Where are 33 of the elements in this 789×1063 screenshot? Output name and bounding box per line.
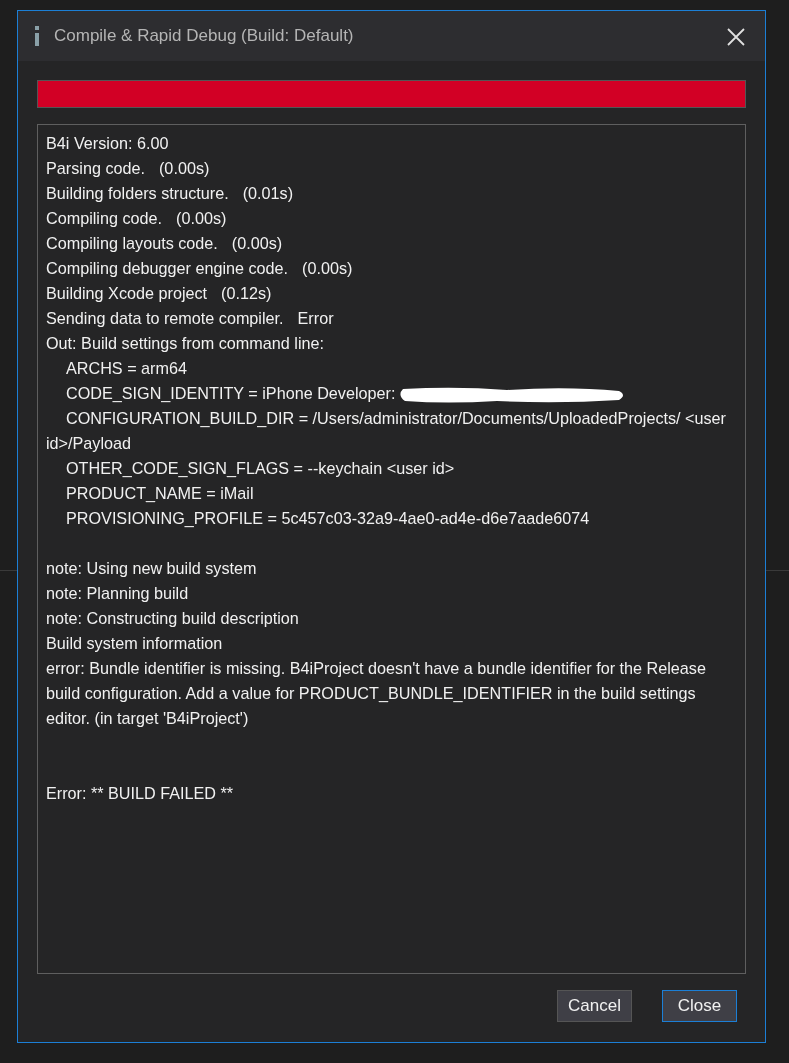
close-icon: [727, 27, 745, 46]
dialog-button[interactable]: Close: [662, 990, 737, 1022]
log-result: Error: [297, 309, 334, 327]
log-result: (0.00s): [231, 234, 283, 252]
log-line: error: Bundle identifier is missing. B4iProject doesn't have a bundle identifier for the Release build configuration. Add a value for PRODUCT_BUNDLE_IDENTIFIER in the build settings editor. (in target 'B4iProject'): [46, 659, 706, 727]
log-line: Compiling code.: [46, 209, 163, 227]
log-line: note: Planning build: [46, 584, 189, 602]
log-line: CONFIGURATION_BUILD_DIR = /Users/administrator/Documents/UploadedProjects/ <user id>/Payload: [46, 409, 726, 452]
log-line: Building Xcode project: [46, 284, 208, 302]
log-line: Build system information: [46, 634, 223, 652]
dialog-button[interactable]: Cancel: [557, 990, 632, 1022]
log-line: Error: ** BUILD FAILED **: [46, 784, 234, 802]
log-result: (0.00s): [302, 259, 353, 277]
log-line: PRODUCT_NAME = iMail: [66, 484, 254, 502]
log-line: ARCHS = arm64: [66, 359, 187, 377]
info-icon: [34, 26, 40, 46]
window-title: Compile & Rapid Debug (Build: Default): [54, 25, 354, 48]
log-line: Parsing code.: [46, 159, 145, 177]
log-line: Out: Build settings from command line:: [46, 334, 324, 352]
log-line: B4i Version: 6.00: [46, 134, 169, 152]
log-result: (0.01s): [242, 184, 294, 202]
log-line: CODE_SIGN_IDENTITY = iPhone Developer:: [66, 384, 396, 402]
log-line: note: Constructing build description: [46, 609, 299, 627]
log-line: OTHER_CODE_SIGN_FLAGS = --keychain <user id>: [66, 459, 455, 477]
log-result: (0.12s): [221, 284, 272, 302]
log-line: Building folders structure.: [46, 184, 229, 202]
log-line: PROVISIONING_PROFILE = 5c457c03-32a9-4ae0-ad4e-d6e7aade6074: [66, 509, 590, 527]
log-result: (0.00s): [176, 209, 227, 227]
log-result: (0.00s): [159, 159, 210, 177]
log-line: Compiling debugger engine code.: [46, 259, 289, 277]
log-line: Sending data to remote compiler.: [46, 309, 284, 327]
log-line: Compiling layouts code.: [46, 234, 218, 252]
log-line: note: Using new build system: [46, 559, 257, 577]
